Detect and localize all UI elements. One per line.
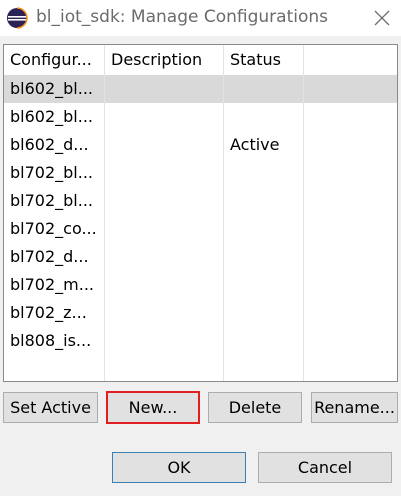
configuration-name-cell — [4, 355, 105, 381]
configuration-name-cell: bl702_m... — [4, 271, 105, 299]
configuration-name-cell: bl702_z... — [4, 299, 105, 327]
set-active-button[interactable]: Set Active — [3, 392, 98, 423]
description-cell — [105, 271, 224, 299]
description-cell — [105, 355, 224, 381]
configuration-name-cell: bl702_d... — [4, 243, 105, 271]
status-cell — [224, 327, 304, 355]
column-header-filler — [304, 45, 397, 75]
rename-button[interactable]: Rename... — [311, 392, 398, 423]
title-bar: bl_iot_sdk: Manage Configurations — [0, 0, 401, 36]
filler-cell — [304, 355, 397, 381]
table-row-empty — [4, 355, 397, 381]
cancel-button[interactable]: Cancel — [258, 452, 392, 483]
eclipse-icon — [7, 7, 28, 29]
filler-cell — [304, 159, 397, 187]
description-cell — [105, 243, 224, 271]
column-header-description[interactable]: Description — [105, 45, 224, 75]
table-row[interactable]: bl602_bl... — [4, 75, 397, 103]
status-cell — [224, 103, 304, 131]
table-body: bl602_bl... bl602_bl... bl602_d... Activ… — [4, 75, 397, 381]
configuration-name-cell: bl702_co... — [4, 215, 105, 243]
status-cell — [224, 75, 304, 103]
table-row[interactable]: bl702_co... — [4, 215, 397, 243]
filler-cell — [304, 103, 397, 131]
table-row[interactable]: bl702_d... — [4, 243, 397, 271]
status-cell — [224, 355, 304, 381]
table-header: Configur... Description Status — [4, 45, 397, 75]
table-row[interactable]: bl702_bl... — [4, 159, 397, 187]
configuration-name-cell: bl602_bl... — [4, 75, 105, 103]
filler-cell — [304, 75, 397, 103]
configuration-name-cell: bl602_d... — [4, 131, 105, 159]
description-cell — [105, 131, 224, 159]
description-cell — [105, 75, 224, 103]
column-header-configuration[interactable]: Configur... — [4, 45, 105, 75]
status-cell — [224, 243, 304, 271]
description-cell — [105, 215, 224, 243]
table-row[interactable]: bl702_z... — [4, 299, 397, 327]
ok-button[interactable]: OK — [112, 452, 246, 483]
filler-cell — [304, 243, 397, 271]
table-row[interactable]: bl702_m... — [4, 271, 397, 299]
column-header-status[interactable]: Status — [224, 45, 304, 75]
new-button[interactable]: New... — [106, 391, 200, 424]
description-cell — [105, 103, 224, 131]
status-cell: Active — [224, 131, 304, 159]
status-cell — [224, 159, 304, 187]
configuration-name-cell: bl702_bl... — [4, 159, 105, 187]
filler-cell — [304, 187, 397, 215]
table-row[interactable]: bl602_d... Active — [4, 131, 397, 159]
description-cell — [105, 159, 224, 187]
delete-button[interactable]: Delete — [208, 392, 302, 423]
configuration-name-cell: bl702_bl... — [4, 187, 105, 215]
filler-cell — [304, 215, 397, 243]
configurations-table[interactable]: Configur... Description Status bl602_bl.… — [3, 44, 398, 382]
window-title: bl_iot_sdk: Manage Configurations — [36, 7, 329, 27]
configuration-name-cell: bl808_is... — [4, 327, 105, 355]
close-icon[interactable] — [370, 6, 394, 30]
status-cell — [224, 299, 304, 327]
description-cell — [105, 327, 224, 355]
filler-cell — [304, 131, 397, 159]
filler-cell — [304, 299, 397, 327]
table-row[interactable]: bl702_bl... — [4, 187, 397, 215]
filler-cell — [304, 327, 397, 355]
table-row[interactable]: bl602_bl... — [4, 103, 397, 131]
filler-cell — [304, 271, 397, 299]
status-cell — [224, 215, 304, 243]
description-cell — [105, 187, 224, 215]
status-cell — [224, 271, 304, 299]
table-row[interactable]: bl808_is... — [4, 327, 397, 355]
status-cell — [224, 187, 304, 215]
configuration-name-cell: bl602_bl... — [4, 103, 105, 131]
description-cell — [105, 299, 224, 327]
